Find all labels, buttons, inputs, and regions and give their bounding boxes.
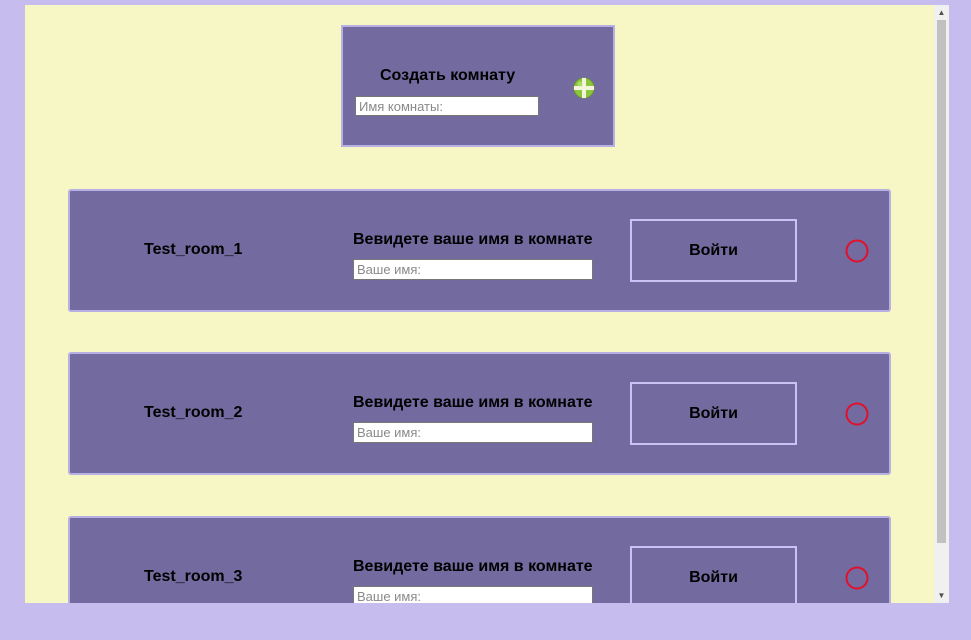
enter-room-button[interactable]: Войти bbox=[630, 219, 797, 282]
room-card: Test_room_2 Вевидете ваше имя в комнате … bbox=[68, 352, 891, 475]
create-room-panel: Создать комнату bbox=[341, 25, 615, 147]
scrollbar-thumb[interactable] bbox=[937, 20, 946, 543]
room-list-page: Создать комнату Test_room_1 Вевидете ваш… bbox=[25, 5, 935, 603]
room-card: Test_room_3 Вевидете ваше имя в комнате … bbox=[68, 516, 891, 603]
empty-circle-icon bbox=[845, 402, 869, 426]
vertical-scrollbar[interactable]: ▲ ▼ bbox=[934, 5, 949, 603]
main-viewport: Создать комнату Test_room_1 Вевидете ваш… bbox=[25, 5, 949, 603]
scroll-up-icon[interactable]: ▲ bbox=[934, 5, 949, 20]
enter-room-button[interactable]: Войти bbox=[630, 382, 797, 445]
room-name: Test_room_3 bbox=[144, 568, 243, 585]
enter-name-prompt: Вевидете ваше имя в комнате bbox=[353, 394, 593, 411]
room-name-input[interactable] bbox=[355, 96, 539, 116]
scroll-down-icon[interactable]: ▼ bbox=[934, 588, 949, 603]
plus-circle-icon bbox=[573, 77, 595, 99]
enter-name-prompt: Вевидете ваше имя в комнате bbox=[353, 558, 593, 575]
user-name-input[interactable] bbox=[353, 259, 593, 280]
enter-room-button[interactable]: Войти bbox=[630, 546, 797, 603]
room-card: Test_room_1 Вевидете ваше имя в комнате … bbox=[68, 189, 891, 312]
add-room-button[interactable] bbox=[573, 77, 595, 99]
create-room-title: Создать комнату bbox=[380, 67, 516, 84]
enter-name-prompt: Вевидете ваше имя в комнате bbox=[353, 231, 593, 248]
room-name: Test_room_1 bbox=[144, 241, 243, 258]
empty-circle-icon bbox=[845, 239, 869, 263]
user-name-input[interactable] bbox=[353, 422, 593, 443]
room-name: Test_room_2 bbox=[144, 404, 243, 421]
user-name-input[interactable] bbox=[353, 586, 593, 603]
empty-circle-icon bbox=[845, 566, 869, 590]
